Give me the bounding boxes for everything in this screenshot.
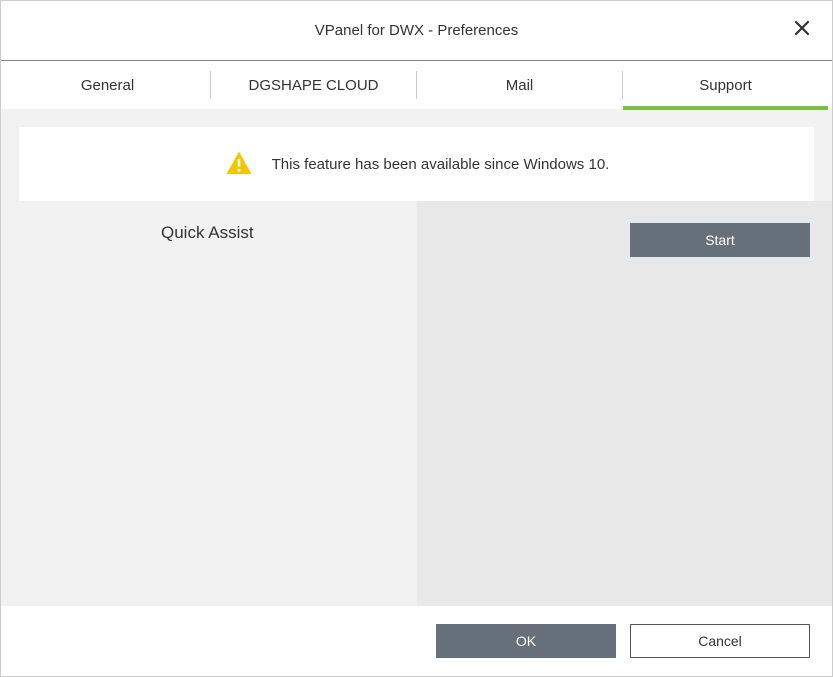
- cancel-button-label: Cancel: [698, 633, 742, 649]
- warning-icon: [224, 149, 254, 179]
- content-area: This feature has been available since Wi…: [1, 109, 832, 606]
- ok-button[interactable]: OK: [436, 624, 616, 658]
- close-button[interactable]: [790, 19, 814, 43]
- title-bar: VPanel for DWX - Preferences: [1, 1, 832, 61]
- tab-label: Support: [699, 77, 752, 94]
- start-button[interactable]: Start: [630, 223, 810, 257]
- close-icon: [793, 19, 811, 42]
- tab-mail[interactable]: Mail: [417, 61, 622, 109]
- window-title: VPanel for DWX - Preferences: [315, 22, 518, 39]
- start-button-label: Start: [705, 232, 735, 248]
- info-banner: This feature has been available since Wi…: [19, 127, 814, 201]
- tab-bar: General DGSHAPE CLOUD Mail Support: [1, 61, 832, 109]
- cancel-button[interactable]: Cancel: [630, 624, 810, 658]
- quick-assist-label: Quick Assist: [161, 223, 254, 242]
- dialog-footer: OK Cancel: [1, 606, 832, 676]
- support-right-pane: Start: [417, 201, 833, 606]
- tab-support[interactable]: Support: [623, 61, 828, 109]
- support-left-pane: Quick Assist: [1, 201, 417, 606]
- tab-label: General: [81, 77, 134, 94]
- ok-button-label: OK: [516, 633, 536, 649]
- tab-general[interactable]: General: [5, 61, 210, 109]
- tab-dgshape-cloud[interactable]: DGSHAPE CLOUD: [211, 61, 416, 109]
- tab-label: DGSHAPE CLOUD: [248, 77, 378, 94]
- info-banner-text: This feature has been available since Wi…: [272, 156, 610, 173]
- tab-label: Mail: [506, 77, 534, 94]
- support-pane: Quick Assist Start: [1, 201, 832, 606]
